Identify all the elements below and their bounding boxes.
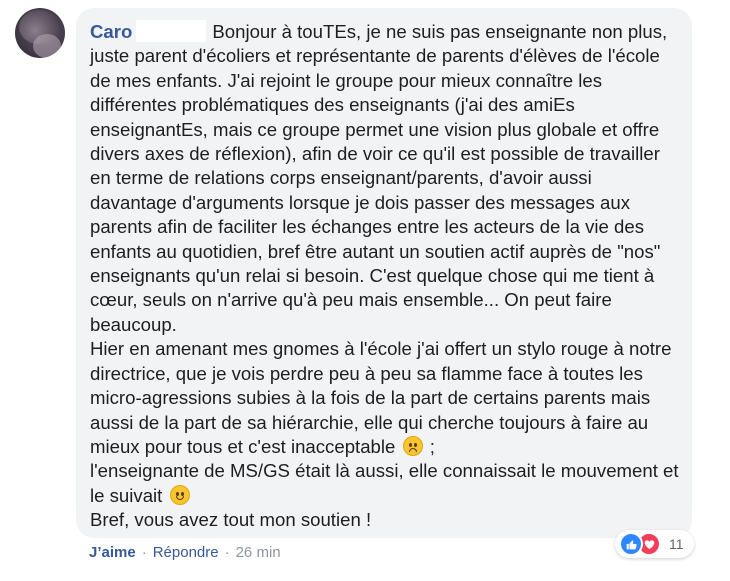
separator: · xyxy=(224,544,230,561)
avatar-face xyxy=(33,34,61,58)
like-button[interactable]: J’aime xyxy=(89,544,136,561)
comment-paragraph-2a: Hier en amenant mes gnomes à l'école j'a… xyxy=(90,338,672,457)
author-name[interactable]: Caro xyxy=(90,21,132,42)
comment-text: Caro Bonjour à touTEs, je ne suis pas ens… xyxy=(90,20,682,533)
comment-paragraph-3: Bref, vous avez tout mon soutien ! xyxy=(90,509,372,531)
timestamp[interactable]: 26 min xyxy=(236,544,281,561)
confused-face-icon xyxy=(402,435,423,456)
avatar[interactable] xyxy=(15,8,65,58)
redacted-surname xyxy=(136,20,207,42)
comment-actions: J’aime · Répondre · 26 min xyxy=(89,544,281,561)
comment-bubble: Caro Bonjour à touTEs, je ne suis pas ens… xyxy=(76,8,692,538)
comment-paragraph-2b: ; xyxy=(424,435,435,457)
reactions-summary[interactable]: 11 xyxy=(615,530,694,558)
like-icon xyxy=(619,532,643,556)
smiling-face-icon xyxy=(169,484,190,505)
comment-paragraph-1: Bonjour à touTEs, je ne suis pas enseign… xyxy=(90,21,668,335)
separator: · xyxy=(141,544,147,561)
reply-button[interactable]: Répondre xyxy=(153,544,219,561)
reaction-count: 11 xyxy=(669,536,684,552)
